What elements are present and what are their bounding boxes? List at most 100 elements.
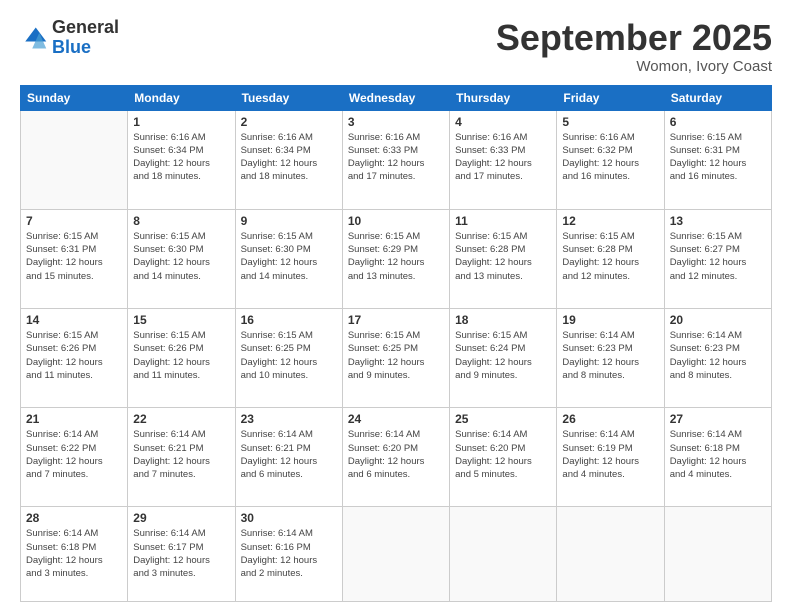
table-row <box>342 507 449 602</box>
day-number: 28 <box>26 511 122 525</box>
table-row: 12 Sunrise: 6:15 AM Sunset: 6:28 PM Dayli… <box>557 209 664 308</box>
table-row: 21 Sunrise: 6:14 AM Sunset: 6:22 PM Dayli… <box>21 408 128 507</box>
table-row: 29 Sunrise: 6:14 AM Sunset: 6:17 PM Dayli… <box>128 507 235 602</box>
day-info: Sunrise: 6:16 AM Sunset: 6:34 PM Dayligh… <box>133 131 229 184</box>
day-number: 18 <box>455 313 551 327</box>
day-number: 8 <box>133 214 229 228</box>
logo-icon <box>20 24 48 52</box>
day-number: 25 <box>455 412 551 426</box>
day-number: 23 <box>241 412 337 426</box>
table-row: 17 Sunrise: 6:15 AM Sunset: 6:25 PM Dayli… <box>342 309 449 408</box>
day-info: Sunrise: 6:15 AM Sunset: 6:26 PM Dayligh… <box>26 329 122 382</box>
day-info: Sunrise: 6:14 AM Sunset: 6:19 PM Dayligh… <box>562 428 658 481</box>
table-row: 23 Sunrise: 6:14 AM Sunset: 6:21 PM Dayli… <box>235 408 342 507</box>
day-number: 27 <box>670 412 766 426</box>
header: General Blue September 2025 Womon, Ivory… <box>20 18 772 75</box>
day-number: 3 <box>348 115 444 129</box>
table-row: 25 Sunrise: 6:14 AM Sunset: 6:20 PM Dayli… <box>450 408 557 507</box>
table-row: 11 Sunrise: 6:15 AM Sunset: 6:28 PM Dayli… <box>450 209 557 308</box>
table-row: 6 Sunrise: 6:15 AM Sunset: 6:31 PM Daylig… <box>664 110 771 209</box>
table-row: 2 Sunrise: 6:16 AM Sunset: 6:34 PM Daylig… <box>235 110 342 209</box>
day-info: Sunrise: 6:14 AM Sunset: 6:23 PM Dayligh… <box>562 329 658 382</box>
day-number: 2 <box>241 115 337 129</box>
day-number: 19 <box>562 313 658 327</box>
table-row: 8Sunrise: 6:15 AM Sunset: 6:30 PM Daylig… <box>128 209 235 308</box>
table-row: 30 Sunrise: 6:14 AM Sunset: 6:16 PM Dayli… <box>235 507 342 602</box>
table-row <box>557 507 664 602</box>
day-number: 9 <box>241 214 337 228</box>
table-row <box>450 507 557 602</box>
day-info: Sunrise: 6:14 AM Sunset: 6:16 PM Dayligh… <box>241 527 337 580</box>
day-info: Sunrise: 6:15 AM Sunset: 6:27 PM Dayligh… <box>670 230 766 283</box>
day-number: 1 <box>133 115 229 129</box>
day-number: 20 <box>670 313 766 327</box>
table-row: 3 Sunrise: 6:16 AM Sunset: 6:33 PM Daylig… <box>342 110 449 209</box>
logo-text-general: General <box>52 18 119 38</box>
table-row: 14 Sunrise: 6:15 AM Sunset: 6:26 PM Dayli… <box>21 309 128 408</box>
day-info: Sunrise: 6:15 AM Sunset: 6:26 PM Dayligh… <box>133 329 229 382</box>
day-number: 7 <box>26 214 122 228</box>
location: Womon, Ivory Coast <box>496 58 772 75</box>
table-row: 26 Sunrise: 6:14 AM Sunset: 6:19 PM Dayli… <box>557 408 664 507</box>
title-block: September 2025 Womon, Ivory Coast <box>496 18 772 75</box>
day-number: 5 <box>562 115 658 129</box>
day-info: Sunrise: 6:15 AM Sunset: 6:28 PM Dayligh… <box>562 230 658 283</box>
table-row: 13 Sunrise: 6:15 AM Sunset: 6:27 PM Dayli… <box>664 209 771 308</box>
day-number: 29 <box>133 511 229 525</box>
day-number: 11 <box>455 214 551 228</box>
day-info: Sunrise: 6:15 AM Sunset: 6:31 PM Dayligh… <box>670 131 766 184</box>
day-info: Sunrise: 6:16 AM Sunset: 6:34 PM Dayligh… <box>241 131 337 184</box>
col-tuesday: Tuesday <box>235 85 342 110</box>
logo-text-blue: Blue <box>52 38 119 58</box>
logo: General Blue <box>20 18 119 58</box>
day-info: Sunrise: 6:15 AM Sunset: 6:25 PM Dayligh… <box>348 329 444 382</box>
table-row: 16Sunrise: 6:15 AM Sunset: 6:25 PM Dayli… <box>235 309 342 408</box>
table-row <box>664 507 771 602</box>
table-row: 1 Sunrise: 6:16 AM Sunset: 6:34 PM Daylig… <box>128 110 235 209</box>
day-number: 6 <box>670 115 766 129</box>
day-number: 16 <box>241 313 337 327</box>
table-row: 27 Sunrise: 6:14 AM Sunset: 6:18 PM Dayli… <box>664 408 771 507</box>
day-number: 12 <box>562 214 658 228</box>
day-number: 30 <box>241 511 337 525</box>
day-info: Sunrise: 6:15 AM Sunset: 6:30 PM Dayligh… <box>241 230 337 283</box>
table-row: 22Sunrise: 6:14 AM Sunset: 6:21 PM Dayli… <box>128 408 235 507</box>
day-info: Sunrise: 6:14 AM Sunset: 6:21 PM Dayligh… <box>133 428 229 481</box>
day-number: 24 <box>348 412 444 426</box>
day-number: 13 <box>670 214 766 228</box>
day-number: 17 <box>348 313 444 327</box>
day-info: Sunrise: 6:14 AM Sunset: 6:18 PM Dayligh… <box>26 527 122 580</box>
day-info: Sunrise: 6:14 AM Sunset: 6:20 PM Dayligh… <box>455 428 551 481</box>
col-monday: Monday <box>128 85 235 110</box>
table-row: 9 Sunrise: 6:15 AM Sunset: 6:30 PM Daylig… <box>235 209 342 308</box>
table-row: 10Sunrise: 6:15 AM Sunset: 6:29 PM Dayli… <box>342 209 449 308</box>
day-info: Sunrise: 6:14 AM Sunset: 6:17 PM Dayligh… <box>133 527 229 580</box>
day-info: Sunrise: 6:14 AM Sunset: 6:22 PM Dayligh… <box>26 428 122 481</box>
col-sunday: Sunday <box>21 85 128 110</box>
col-friday: Friday <box>557 85 664 110</box>
day-info: Sunrise: 6:14 AM Sunset: 6:21 PM Dayligh… <box>241 428 337 481</box>
day-info: Sunrise: 6:15 AM Sunset: 6:28 PM Dayligh… <box>455 230 551 283</box>
day-info: Sunrise: 6:16 AM Sunset: 6:33 PM Dayligh… <box>348 131 444 184</box>
col-thursday: Thursday <box>450 85 557 110</box>
table-row: 20 Sunrise: 6:14 AM Sunset: 6:23 PM Dayli… <box>664 309 771 408</box>
day-number: 26 <box>562 412 658 426</box>
day-number: 21 <box>26 412 122 426</box>
day-info: Sunrise: 6:15 AM Sunset: 6:24 PM Dayligh… <box>455 329 551 382</box>
table-row: 4Sunrise: 6:16 AM Sunset: 6:33 PM Daylig… <box>450 110 557 209</box>
day-info: Sunrise: 6:16 AM Sunset: 6:33 PM Dayligh… <box>455 131 551 184</box>
table-row: 5Sunrise: 6:16 AM Sunset: 6:32 PM Daylig… <box>557 110 664 209</box>
day-info: Sunrise: 6:14 AM Sunset: 6:18 PM Dayligh… <box>670 428 766 481</box>
table-row: 24 Sunrise: 6:14 AM Sunset: 6:20 PM Dayli… <box>342 408 449 507</box>
month-title: September 2025 <box>496 18 772 58</box>
day-number: 14 <box>26 313 122 327</box>
day-info: Sunrise: 6:14 AM Sunset: 6:20 PM Dayligh… <box>348 428 444 481</box>
calendar: Sunday Monday Tuesday Wednesday Thursday… <box>20 85 772 602</box>
table-row: 28 Sunrise: 6:14 AM Sunset: 6:18 PM Dayli… <box>21 507 128 602</box>
table-row: 18 Sunrise: 6:15 AM Sunset: 6:24 PM Dayli… <box>450 309 557 408</box>
table-row: 7Sunrise: 6:15 AM Sunset: 6:31 PM Daylig… <box>21 209 128 308</box>
day-info: Sunrise: 6:14 AM Sunset: 6:23 PM Dayligh… <box>670 329 766 382</box>
day-number: 15 <box>133 313 229 327</box>
page: General Blue September 2025 Womon, Ivory… <box>0 0 792 612</box>
table-row <box>21 110 128 209</box>
